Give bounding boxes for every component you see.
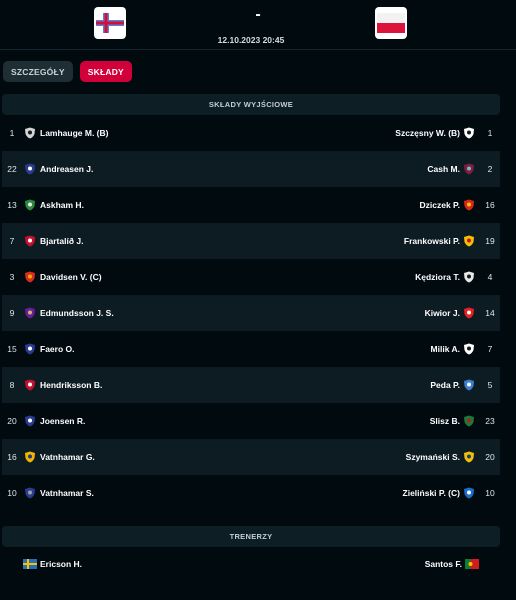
club-crest-icon — [463, 271, 475, 283]
away-player-name[interactable]: Szczęsny W. (B) — [395, 115, 460, 151]
home-player-number: 3 — [9, 272, 15, 282]
home-player-name[interactable]: Joensen R. — [40, 403, 85, 439]
away-coach-name[interactable]: Santos F. — [425, 548, 462, 580]
match-score: - — [255, 6, 261, 23]
starting-lineups-header: SKŁADY WYJŚCIOWE — [2, 94, 500, 115]
away-player-number: 14 — [485, 308, 495, 318]
club-crest-icon — [24, 235, 36, 247]
club-crest-icon — [24, 487, 36, 499]
lineup-list: 1 Lamhauge M. (B) Szczęsny W. (B) 1 22 Andrea… — [2, 115, 500, 511]
away-player-name[interactable]: Kędziora T. — [415, 259, 460, 295]
tab-details[interactable]: SZCZEGÓŁY — [3, 61, 73, 82]
away-player-number: 19 — [485, 236, 495, 246]
away-player-number: 1 — [487, 128, 493, 138]
away-player-number: 5 — [487, 380, 493, 390]
lineup-row: 10 Vatnhamar S. Zieliński P. (C) 10 — [2, 475, 500, 511]
lineup-row: 15 Faero O. Milik A. 7 — [2, 331, 500, 367]
sweden-flag-icon — [23, 559, 37, 569]
lineup-row: 22 Andreasen J. Cash M. 2 — [2, 151, 500, 187]
home-player-number: 9 — [9, 308, 15, 318]
lineup-row: 20 Joensen R. Slisz B. 23 — [2, 403, 500, 439]
match-datetime: 12.10.2023 20:45 — [217, 35, 285, 45]
home-player-number: 22 — [7, 164, 17, 174]
away-player-number: 16 — [485, 200, 495, 210]
tab-bar: SZCZEGÓŁY SKŁADY — [3, 61, 132, 82]
lineup-row: 7 Bjartalíð J. Frankowski P. 19 — [2, 223, 500, 259]
away-player-number: 23 — [485, 416, 495, 426]
club-crest-icon — [24, 307, 36, 319]
portugal-flag-icon — [465, 559, 479, 569]
away-player-name[interactable]: Dziczek P. — [420, 187, 460, 223]
home-player-number: 16 — [7, 452, 17, 462]
away-player-name[interactable]: Szymański S. — [406, 439, 460, 475]
away-player-number: 20 — [485, 452, 495, 462]
away-player-number: 7 — [487, 344, 493, 354]
home-player-name[interactable]: Bjartalíð J. — [40, 223, 83, 259]
club-crest-icon — [463, 487, 475, 499]
lineup-row: 16 Vatnhamar G. Szymański S. 20 — [2, 439, 500, 475]
club-crest-icon — [463, 199, 475, 211]
away-player-name[interactable]: Slisz B. — [430, 403, 460, 439]
lineup-row: 3 Davidsen V. (C) Kędziora T. 4 — [2, 259, 500, 295]
club-crest-icon — [463, 415, 475, 427]
home-player-number: 8 — [9, 380, 15, 390]
coaches-header: TRENERZY — [2, 526, 500, 547]
away-player-name[interactable]: Zieliński P. (C) — [403, 475, 460, 511]
home-player-number: 1 — [9, 128, 15, 138]
away-player-name[interactable]: Frankowski P. — [404, 223, 460, 259]
lineup-row: 1 Lamhauge M. (B) Szczęsny W. (B) 1 — [2, 115, 500, 151]
away-player-name[interactable]: Milik A. — [431, 331, 460, 367]
home-coach-name[interactable]: Ericson H. — [40, 548, 82, 580]
club-crest-icon — [24, 451, 36, 463]
lineup-row: 13 Askham H. Dziczek P. 16 — [2, 187, 500, 223]
club-crest-icon — [24, 163, 36, 175]
club-crest-icon — [463, 343, 475, 355]
club-crest-icon — [24, 415, 36, 427]
match-header: - 12.10.2023 20:45 — [0, 0, 516, 50]
club-crest-icon — [463, 163, 475, 175]
club-crest-icon — [24, 379, 36, 391]
club-crest-icon — [24, 127, 36, 139]
club-crest-icon — [24, 343, 36, 355]
away-player-name[interactable]: Kiwior J. — [425, 295, 460, 331]
club-crest-icon — [463, 379, 475, 391]
home-player-number: 20 — [7, 416, 17, 426]
home-player-number: 7 — [9, 236, 15, 246]
lineup-row: 8 Hendriksson B. Peda P. 5 — [2, 367, 500, 403]
coaches-row: Ericson H. Santos F. — [2, 548, 500, 580]
club-crest-icon — [24, 271, 36, 283]
home-player-name[interactable]: Faero O. — [40, 331, 74, 367]
home-player-number: 13 — [7, 200, 17, 210]
away-player-name[interactable]: Cash M. — [427, 151, 460, 187]
home-player-number: 10 — [7, 488, 17, 498]
home-player-name[interactable]: Hendriksson B. — [40, 367, 102, 403]
away-player-number: 4 — [487, 272, 493, 282]
home-player-name[interactable]: Vatnhamar G. — [40, 439, 95, 475]
home-player-name[interactable]: Edmundsson J. S. — [40, 295, 114, 331]
club-crest-icon — [463, 451, 475, 463]
home-player-number: 15 — [7, 344, 17, 354]
home-player-name[interactable]: Andreasen J. — [40, 151, 93, 187]
away-player-number: 10 — [485, 488, 495, 498]
club-crest-icon — [463, 307, 475, 319]
home-player-name[interactable]: Davidsen V. (C) — [40, 259, 102, 295]
club-crest-icon — [463, 235, 475, 247]
lineup-row: 9 Edmundsson J. S. Kiwior J. 14 — [2, 295, 500, 331]
club-crest-icon — [463, 127, 475, 139]
home-player-name[interactable]: Askham H. — [40, 187, 84, 223]
home-player-name[interactable]: Vatnhamar S. — [40, 475, 94, 511]
home-player-name[interactable]: Lamhauge M. (B) — [40, 115, 108, 151]
club-crest-icon — [24, 199, 36, 211]
away-player-name[interactable]: Peda P. — [430, 367, 460, 403]
away-player-number: 2 — [487, 164, 493, 174]
tab-lineups[interactable]: SKŁADY — [79, 61, 132, 82]
